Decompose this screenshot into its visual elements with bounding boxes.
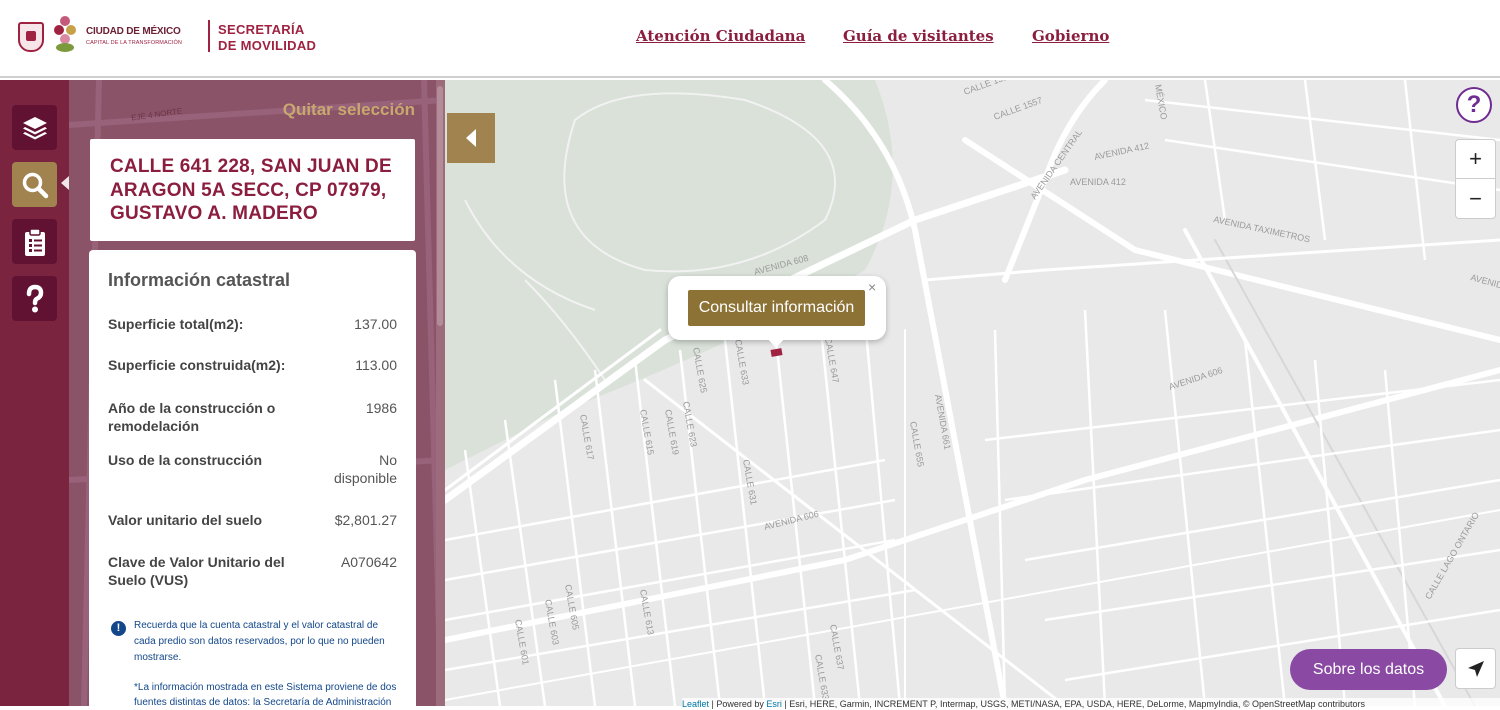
row-value-uso-construccion: No disponible: [333, 452, 397, 486]
sidebar-rail: [0, 80, 69, 706]
help-rail-button[interactable]: [12, 276, 57, 321]
zoom-out-button[interactable]: −: [1456, 180, 1495, 219]
panel-scrollbar-thumb[interactable]: [437, 86, 443, 326]
nav-guia-visitantes[interactable]: Guía de visitantes: [843, 27, 994, 45]
active-indicator-arrow: [61, 176, 69, 190]
popup-tip: [767, 338, 785, 348]
info-alert-icon: !: [111, 621, 126, 636]
zoom-in-button[interactable]: +: [1456, 140, 1495, 179]
esri-link[interactable]: Esri: [766, 699, 782, 709]
row-label-superficie-total: Superficie total(m2):: [108, 316, 244, 332]
cdmx-subtitle: CAPITAL DE LA TRANSFORMACIÓN: [86, 40, 182, 46]
row-value-superficie-construida: 113.00: [355, 357, 397, 373]
row-label-valor-suelo: Valor unitario del suelo: [108, 512, 263, 528]
map-help-button[interactable]: ?: [1456, 87, 1492, 123]
attribution-sources: | Esri, HERE, Garmin, INCREMENT P, Inter…: [781, 699, 1366, 709]
privacy-notice: Recuerda que la cuenta catastral y el va…: [134, 620, 385, 663]
cdmx-title: CIUDAD DE MÉXICO: [86, 26, 181, 37]
question-icon: [26, 284, 43, 312]
nav-gobierno[interactable]: Gobierno: [1032, 27, 1109, 45]
popup-close-button[interactable]: ×: [868, 279, 876, 295]
clipboard-icon: [24, 227, 45, 256]
search-icon: [22, 172, 48, 198]
address-card: CALLE 641 228, SAN JUAN DE ARAGON 5A SEC…: [90, 139, 415, 241]
site-header: CIUDAD DE MÉXICO CAPITAL DE LA TRANSFORM…: [0, 0, 1500, 78]
row-label-clave-vus: Clave de Valor Unitario del Suelo (VUS): [108, 554, 285, 588]
svg-text:AVENIDA 412: AVENIDA 412: [1070, 177, 1126, 187]
data-source-notice: *La información mostrada en este Sistema…: [134, 682, 397, 706]
row-value-superficie-total: 137.00: [354, 316, 397, 332]
row-label-superficie-construida: Superficie construida(m2):: [108, 357, 286, 373]
row-value-clave-vus: A070642: [340, 554, 397, 570]
cdmx-flower-logo: [52, 16, 78, 54]
collapse-panel-button[interactable]: [447, 113, 495, 163]
cadastral-info-card: Información catastral Superficie total(m…: [89, 250, 416, 706]
logo-divider: [208, 20, 210, 52]
zoom-control: + −: [1455, 139, 1496, 219]
clipboard-button[interactable]: [12, 219, 57, 264]
row-value-anio-construccion: 1986: [365, 400, 397, 416]
map-view[interactable]: CALLE 1555 CALLE 1557 AVENIDA 412 AVENID…: [445, 80, 1500, 706]
location-arrow-icon: [1467, 660, 1484, 677]
secretaria-title-line1: SECRETARÍA: [218, 22, 305, 37]
cdmx-shield-logo: [18, 22, 44, 52]
row-value-valor-suelo: $2,801.27: [334, 512, 397, 528]
secretaria-title-line2: DE MOVILIDAD: [218, 38, 317, 53]
address-text: CALLE 641 228, SAN JUAN DE ARAGON 5A SEC…: [110, 156, 392, 224]
consultar-informacion-button[interactable]: Consultar información: [688, 290, 865, 326]
layers-button[interactable]: [12, 105, 57, 150]
locate-button[interactable]: [1455, 648, 1496, 689]
clear-selection-link[interactable]: Quitar selección: [283, 100, 415, 120]
search-button[interactable]: [12, 162, 57, 207]
sobre-los-datos-button[interactable]: Sobre los datos: [1290, 649, 1447, 690]
layers-icon: [22, 116, 47, 139]
info-panel: EJE 4 NORTE Quitar selección CALLE 641 2…: [69, 80, 445, 706]
info-title: Información catastral: [108, 270, 291, 290]
nav-atencion-ciudadana[interactable]: Atención Ciudadana: [636, 27, 805, 45]
row-label-anio-construccion: Año de la construcción o remodelación: [108, 400, 276, 434]
chevron-left-icon: [466, 129, 476, 147]
map-attribution: Leaflet | Powered by Esri | Esri, HERE, …: [682, 698, 1500, 710]
row-label-uso-construccion: Uso de la construcción: [108, 452, 263, 468]
leaflet-link[interactable]: Leaflet: [682, 699, 709, 709]
basemap: CALLE 1555 CALLE 1557 AVENIDA 412 AVENID…: [445, 80, 1500, 706]
attribution-powered: | Powered by: [709, 699, 767, 709]
